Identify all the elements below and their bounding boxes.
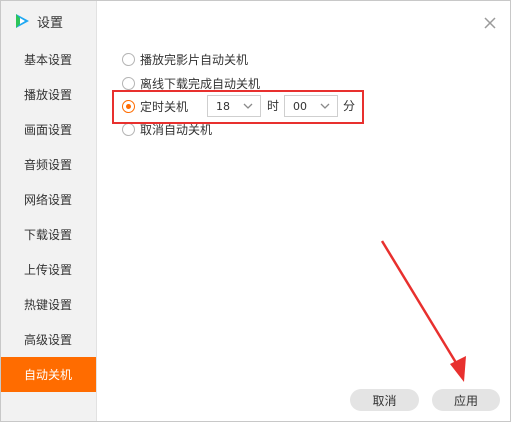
annotation-highlight-box	[112, 90, 364, 124]
close-icon[interactable]	[482, 15, 498, 31]
radio-after-playback[interactable]	[122, 52, 135, 66]
radio-cancel-shutdown[interactable]	[122, 122, 135, 136]
sidebar-item-advanced[interactable]: 高级设置	[1, 322, 96, 357]
app-logo-icon	[16, 14, 29, 28]
sidebar: 设置 基本设置 播放设置 画面设置 音频设置 网络设置 下载设置 上传设置 热键…	[1, 1, 97, 421]
sidebar-item-basic[interactable]: 基本设置	[1, 42, 96, 77]
sidebar-item-network[interactable]: 网络设置	[1, 182, 96, 217]
sidebar-item-playback[interactable]: 播放设置	[1, 77, 96, 112]
cancel-button[interactable]: 取消	[350, 389, 419, 411]
sidebar-item-download[interactable]: 下载设置	[1, 217, 96, 252]
apply-button[interactable]: 应用	[432, 389, 500, 411]
option-after-playback[interactable]: 播放完影片自动关机	[122, 49, 248, 69]
title-bar: 设置	[13, 10, 63, 32]
sidebar-item-auto-shutdown[interactable]: 自动关机	[1, 357, 96, 392]
sidebar-item-upload[interactable]: 上传设置	[1, 252, 96, 287]
option-label: 离线下载完成自动关机	[140, 76, 261, 91]
sidebar-item-hotkeys[interactable]: 热键设置	[1, 287, 96, 322]
settings-window: 设置 基本设置 播放设置 画面设置 音频设置 网络设置 下载设置 上传设置 热键…	[0, 0, 511, 422]
option-label: 播放完影片自动关机	[140, 52, 249, 67]
sidebar-item-audio[interactable]: 音频设置	[1, 147, 96, 182]
window-title: 设置	[37, 15, 64, 31]
radio-after-download[interactable]	[122, 76, 135, 90]
sidebar-item-display[interactable]: 画面设置	[1, 112, 96, 147]
